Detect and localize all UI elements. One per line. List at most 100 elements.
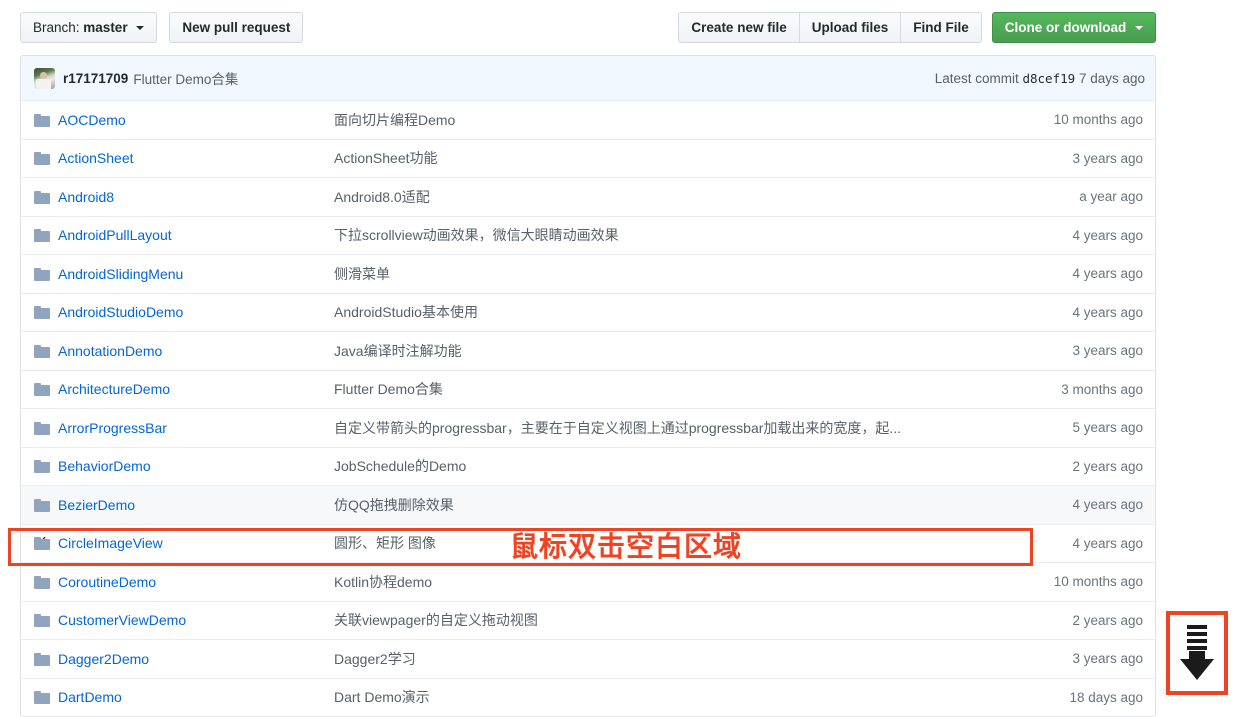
scroll-bar-1 — [1187, 625, 1207, 629]
commit-message[interactable]: Flutter Demo合集 — [133, 68, 238, 88]
repo-toolbar: Branch: master New pull request Create n… — [0, 0, 1240, 55]
table-row[interactable]: CoroutineDemoKotlin协程demo10 months ago — [21, 563, 1155, 602]
file-name-cell: AndroidPullLayout — [34, 227, 334, 243]
file-description[interactable]: Java编译时注解功能 — [334, 341, 985, 361]
file-name-link[interactable]: ArchitectureDemo — [58, 381, 170, 397]
clone-or-download-button[interactable]: Clone or download — [992, 12, 1156, 43]
table-row[interactable]: AOCDemo面向切片编程Demo10 months ago — [21, 101, 1155, 140]
file-description[interactable]: JobSchedule的Demo — [334, 456, 985, 476]
create-new-file-button[interactable]: Create new file — [678, 12, 799, 43]
folder-icon — [34, 421, 50, 435]
file-name-link[interactable]: AndroidSlidingMenu — [58, 266, 183, 282]
file-name-cell: AnnotationDemo — [34, 343, 334, 359]
upload-files-button[interactable]: Upload files — [800, 12, 902, 43]
table-row[interactable]: ArchitectureDemo Flutter Demo合集3 months a… — [21, 371, 1155, 410]
file-description[interactable]: Flutter Demo合集 — [334, 379, 985, 399]
scroll-bar-3 — [1187, 639, 1207, 643]
file-description[interactable]: ActionSheet功能 — [334, 148, 985, 168]
file-description[interactable]: 侧滑菜单 — [334, 264, 985, 284]
scroll-down-arrow-icon — [1180, 625, 1214, 681]
file-name-link[interactable]: AnnotationDemo — [58, 343, 162, 359]
file-name-cell: DartDemo — [34, 689, 334, 705]
file-age: 4 years ago — [985, 497, 1155, 512]
chevron-down-icon — [136, 26, 144, 30]
file-name-link[interactable]: BehaviorDemo — [58, 458, 151, 474]
file-name-link[interactable]: CircleImageView — [58, 535, 163, 551]
file-name-cell: Android8 — [34, 189, 334, 205]
scroll-bar-4 — [1187, 646, 1207, 650]
table-row[interactable]: BehaviorDemo JobSchedule的Demo2 years ago — [21, 448, 1155, 487]
file-description[interactable]: 关联viewpager的自定义拖动视图 — [334, 610, 985, 630]
file-description[interactable]: 下拉scrollview动画效果，微信大眼睛动画效果 — [334, 225, 985, 245]
file-description[interactable]: Dart Demo演示 — [334, 687, 985, 707]
file-description[interactable]: Android8.0适配 — [334, 187, 985, 207]
folder-icon — [34, 459, 50, 473]
table-row[interactable]: AndroidPullLayout 下拉scrollview动画效果，微信大眼睛动… — [21, 217, 1155, 256]
table-row[interactable]: AnnotationDemo Java编译时注解功能3 years ago — [21, 332, 1155, 371]
file-name-link[interactable]: BezierDemo — [58, 497, 135, 513]
file-name-link[interactable]: Android8 — [58, 189, 114, 205]
file-age: 18 days ago — [985, 690, 1155, 705]
commit-sha-link[interactable]: d8cef19 — [1022, 71, 1075, 86]
branch-selector-button[interactable]: Branch: master — [20, 12, 157, 43]
file-name-link[interactable]: ActionSheet — [58, 150, 134, 166]
file-age: 3 years ago — [985, 343, 1155, 358]
file-name-cell: CircleImageView — [34, 535, 334, 551]
file-age: 3 months ago — [985, 382, 1155, 397]
file-age: 2 years ago — [985, 613, 1155, 628]
file-name-cell: CustomerViewDemo — [34, 612, 334, 628]
file-name-cell: AndroidSlidingMenu — [34, 266, 334, 282]
folder-icon — [34, 382, 50, 396]
file-age: 2 years ago — [985, 459, 1155, 474]
table-row[interactable]: ArrorProgressBar 自定义带箭头的progressbar，主要在于自… — [21, 409, 1155, 448]
file-description[interactable]: 圆形、矩形 图像 — [334, 533, 985, 553]
file-name-link[interactable]: AndroidStudioDemo — [58, 304, 183, 320]
commit-author-link[interactable]: r17171709 — [63, 71, 128, 86]
file-age: 4 years ago — [985, 228, 1155, 243]
scroll-down-indicator — [1166, 611, 1228, 695]
scroll-bar-2 — [1187, 632, 1207, 636]
folder-icon — [34, 536, 50, 550]
folder-icon — [34, 228, 50, 242]
file-age: 5 years ago — [985, 420, 1155, 435]
folder-icon — [34, 344, 50, 358]
file-name-link[interactable]: CustomerViewDemo — [58, 612, 186, 628]
file-name-cell: BehaviorDemo — [34, 458, 334, 474]
file-name-link[interactable]: ArrorProgressBar — [58, 420, 167, 436]
table-row[interactable]: BezierDemo 仿QQ拖拽删除效果4 years ago — [21, 486, 1155, 525]
folder-icon — [34, 690, 50, 704]
folder-icon — [34, 575, 50, 589]
file-name-link[interactable]: AOCDemo — [58, 112, 126, 128]
find-file-button[interactable]: Find File — [901, 12, 982, 43]
table-row[interactable]: ✓CircleImageView圆形、矩形 图像4 years ago — [21, 525, 1155, 564]
table-row[interactable]: Dagger2DemoDagger2学习3 years ago — [21, 640, 1155, 679]
new-pull-request-button[interactable]: New pull request — [169, 12, 303, 43]
file-name-link[interactable]: DartDemo — [58, 689, 122, 705]
file-name-link[interactable]: Dagger2Demo — [58, 651, 149, 667]
file-name-link[interactable]: AndroidPullLayout — [58, 227, 172, 243]
table-row[interactable]: DartDemo Dart Demo演示18 days ago — [21, 679, 1155, 717]
file-description[interactable]: 面向切片编程Demo — [334, 110, 985, 130]
table-row[interactable]: AndroidSlidingMenu侧滑菜单4 years ago — [21, 255, 1155, 294]
folder-icon — [34, 113, 50, 127]
file-listing-table: r17171709 Flutter Demo合集 Latest commit d… — [20, 55, 1156, 717]
file-description[interactable]: AndroidStudio基本使用 — [334, 302, 985, 322]
file-name-cell: Dagger2Demo — [34, 651, 334, 667]
folder-icon — [34, 652, 50, 666]
file-description[interactable]: 自定义带箭头的progressbar，主要在于自定义视图上通过progressb… — [334, 418, 985, 438]
file-name-cell: BezierDemo — [34, 497, 334, 513]
table-row[interactable]: ActionSheetActionSheet功能3 years ago — [21, 140, 1155, 179]
table-row[interactable]: AndroidStudioDemo AndroidStudio基本使用4 year… — [21, 294, 1155, 333]
file-name-link[interactable]: CoroutineDemo — [58, 574, 156, 590]
file-age: 4 years ago — [985, 305, 1155, 320]
file-name-cell: ArrorProgressBar — [34, 420, 334, 436]
commit-age: 7 days ago — [1079, 71, 1145, 86]
file-description[interactable]: 仿QQ拖拽删除效果 — [334, 495, 985, 515]
folder-icon — [34, 151, 50, 165]
table-row[interactable]: Android8Android8.0适配a year ago — [21, 178, 1155, 217]
chevron-down-icon — [1135, 26, 1143, 30]
branch-name-label: master — [83, 20, 127, 35]
file-description[interactable]: Kotlin协程demo — [334, 572, 985, 592]
file-description[interactable]: Dagger2学习 — [334, 649, 985, 669]
table-row[interactable]: CustomerViewDemo 关联viewpager的自定义拖动视图2 yea… — [21, 602, 1155, 641]
